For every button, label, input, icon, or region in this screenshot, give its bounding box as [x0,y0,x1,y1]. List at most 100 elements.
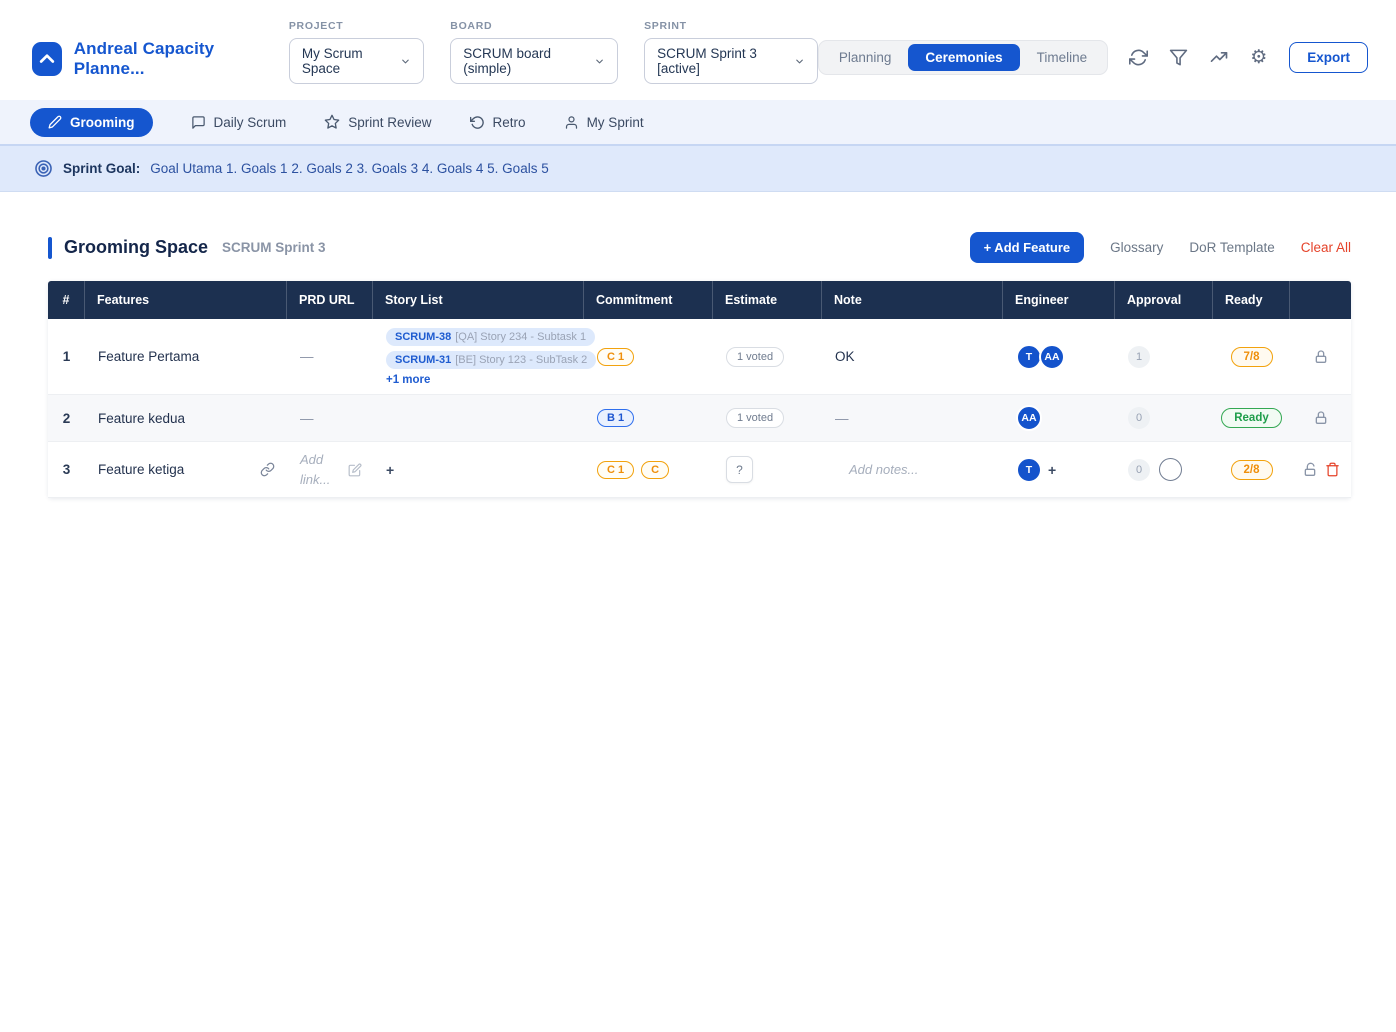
nav-item-retro[interactable]: Retro [470,115,526,130]
project-select[interactable]: My Scrum Space [289,38,424,84]
sprint-select[interactable]: SCRUM Sprint 3 [active] [644,38,818,84]
app-logo-icon[interactable] [32,42,62,76]
voted-badge[interactable]: 1 voted [726,408,784,428]
title-accent-bar [48,237,52,259]
ready-badge[interactable]: Ready [1221,408,1282,428]
add-engineer-button[interactable]: + [1048,462,1056,478]
prd-url-cell: Add link... [287,442,373,497]
row-number: 1 [48,319,85,394]
col-header-estimate: Estimate [713,281,822,319]
page-title: Grooming Space [64,237,208,258]
lock-icon[interactable] [1313,349,1329,365]
add-feature-button[interactable]: + Add Feature [970,232,1085,263]
engineer-avatar[interactable]: AA [1039,344,1065,370]
filter-icon[interactable] [1169,48,1188,67]
tab-timeline[interactable]: Timeline [1020,44,1105,71]
trend-icon[interactable] [1209,47,1229,67]
nav-item-daily-scrum[interactable]: Daily Scrum [191,115,287,130]
project-select-value: My Scrum Space [302,46,389,76]
pencil-icon [48,115,62,129]
approval-cell: 1 [1115,319,1213,394]
commitment-cell: B 1 [584,395,713,441]
feature-name[interactable]: Feature Pertama [85,319,287,394]
engineer-avatar[interactable]: AA [1016,405,1042,431]
note-cell[interactable]: — [822,395,1003,441]
col-header-commitment: Commitment [584,281,713,319]
dor-template-link[interactable]: DoR Template [1189,240,1274,255]
sprint-goal-text: Goal Utama 1. Goals 1 2. Goals 2 3. Goal… [150,161,548,176]
ready-cell: Ready [1213,395,1290,441]
more-stories-link[interactable]: +1 more [386,374,430,386]
estimate-cell: 1 voted [713,319,822,394]
board-select-value: SCRUM board (simple) [463,46,582,76]
feature-name[interactable]: Feature ketiga [98,462,184,477]
approval-toggle-circle[interactable] [1159,458,1182,481]
board-select[interactable]: SCRUM board (simple) [450,38,618,84]
nav-item-sprint-review[interactable]: Sprint Review [324,114,431,130]
row-number: 3 [48,442,85,497]
story-chip[interactable]: SCRUM-31 [BE] Story 123 - SubTask 2 [386,351,596,369]
tab-planning[interactable]: Planning [822,44,909,71]
table-row: 2 Feature kedua — B 1 1 voted — AA 0 Rea… [48,395,1351,442]
nav-item-label: Sprint Review [348,115,431,130]
prd-url-cell: — [287,319,373,394]
clear-all-link[interactable]: Clear All [1301,240,1351,255]
page-subtitle: SCRUM Sprint 3 [222,240,326,255]
board-label: BOARD [450,20,618,32]
estimate-cell: 1 voted [713,395,822,441]
col-header-story-list: Story List [373,281,584,319]
ceremonies-nav: Grooming Daily Scrum Sprint Review Retro… [0,100,1396,144]
tab-ceremonies[interactable]: Ceremonies [908,44,1019,71]
project-label: PROJECT [289,20,424,32]
commitment-cell: C 1 C [584,442,713,497]
gear-icon[interactable]: ⚙ [1250,48,1267,67]
estimate-unknown-button[interactable]: ? [726,456,753,483]
nav-item-my-sprint[interactable]: My Sprint [564,115,644,130]
unlock-icon[interactable] [1302,462,1318,478]
add-story-button[interactable]: + [386,462,394,478]
story-chip[interactable]: SCRUM-38[QA] Story 234 - Subtask 1 [386,328,595,346]
add-notes-placeholder[interactable]: Add notes... [849,462,918,477]
story-summary: [BE] Story 123 - SubTask 2 [455,354,587,366]
approval-count-badge: 0 [1128,407,1150,429]
trash-icon[interactable] [1325,462,1340,477]
commitment-badge[interactable]: C 1 [597,348,634,366]
story-list-cell [373,395,584,441]
commitment-badge[interactable]: C [641,461,669,479]
grooming-table: # Features PRD URL Story List Commitment… [48,281,1351,498]
engineer-avatar[interactable]: T [1016,457,1042,483]
note-cell[interactable]: OK [822,319,1003,394]
board-selector-group: BOARD SCRUM board (simple) [450,20,618,84]
nav-item-grooming[interactable]: Grooming [30,108,153,137]
row-actions-cell [1290,395,1351,441]
lock-icon[interactable] [1313,410,1329,426]
col-header-num: # [48,281,85,319]
col-header-prd-url: PRD URL [287,281,373,319]
ready-badge[interactable]: 7/8 [1231,347,1273,367]
approval-cell: 0 [1115,395,1213,441]
add-link-placeholder[interactable]: Add link... [300,450,342,489]
row-actions-cell [1290,442,1351,497]
comment-icon [191,115,206,130]
col-header-ready: Ready [1213,281,1290,319]
table-header-row: # Features PRD URL Story List Commitment… [48,281,1351,319]
link-icon[interactable] [260,462,275,477]
top-header: Andreal Capacity Planne... PROJECT My Sc… [0,0,1396,100]
note-cell: Add notes... [822,442,1003,497]
chevron-down-icon [794,55,805,68]
star-icon [324,114,340,130]
nav-item-label: Retro [493,115,526,130]
target-icon [34,159,53,178]
feature-name[interactable]: Feature kedua [85,395,287,441]
commitment-badge[interactable]: B 1 [597,409,634,427]
commitment-badge[interactable]: C 1 [597,461,634,479]
story-key: SCRUM-31 [395,354,451,366]
ready-badge[interactable]: 2/8 [1231,460,1273,480]
glossary-link[interactable]: Glossary [1110,240,1163,255]
refresh-icon[interactable] [1129,48,1148,67]
voted-badge[interactable]: 1 voted [726,347,784,367]
table-row: 3 Feature ketiga Add link... + C 1 C ? A… [48,442,1351,498]
col-header-actions [1290,281,1351,319]
edit-icon[interactable] [348,463,362,477]
export-button[interactable]: Export [1289,42,1368,73]
